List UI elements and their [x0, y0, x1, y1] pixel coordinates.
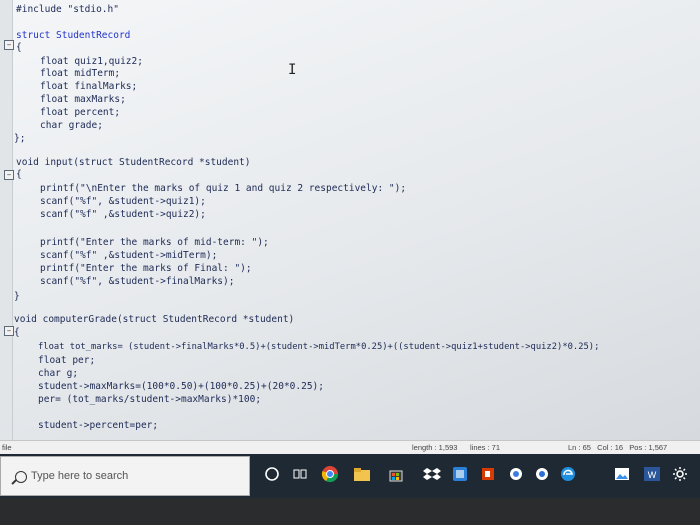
code-line: float finalMarks;: [40, 81, 138, 92]
code-line: scanf("%f", &student->quiz1);: [40, 196, 206, 207]
status-lines: lines : 71: [470, 443, 501, 452]
taskbar-search-box[interactable]: Type here to search: [0, 456, 250, 496]
search-icon: [15, 471, 27, 483]
code-line: float per;: [38, 355, 96, 366]
edge-icon[interactable]: [556, 462, 580, 486]
code-line: student->percent=per;: [38, 420, 159, 431]
code-editor[interactable]: − − − #include "stdio.h" struct StudentR…: [0, 0, 700, 440]
screen-bezel: [0, 498, 700, 525]
code-line: float tot_marks= (student->finalMarks*0.…: [38, 342, 600, 352]
chrome-icon[interactable]: [318, 462, 342, 486]
code-line: char grade;: [40, 120, 103, 131]
code-line: scanf("%f" ,&student->quiz2);: [40, 209, 206, 220]
search-input[interactable]: Type here to search: [31, 470, 128, 482]
fold-toggle-icon[interactable]: −: [4, 40, 14, 50]
code-line: void computerGrade(struct StudentRecord …: [14, 314, 295, 325]
code-line: {: [14, 327, 20, 338]
status-file-label: file: [2, 443, 12, 452]
code-line: scanf("%f", &student->finalMarks);: [40, 276, 235, 287]
code-line: float midTerm;: [40, 68, 121, 79]
code-line: per= (tot_marks/student->maxMarks)*100;: [38, 394, 262, 405]
fold-toggle-icon[interactable]: −: [4, 326, 14, 336]
status-bar: file length : 1,593 lines : 71 Ln : 65 C…: [0, 440, 700, 455]
code-line: struct StudentRecord: [16, 30, 131, 41]
code-line: };: [14, 133, 26, 144]
code-line: }: [14, 291, 20, 302]
status-position: Ln : 65 Col : 16 Pos : 1,567: [568, 443, 668, 452]
status-length: length : 1,593: [412, 443, 458, 452]
photos-icon[interactable]: [610, 462, 634, 486]
dropbox-icon[interactable]: [420, 462, 444, 486]
code-line: char g;: [38, 368, 79, 379]
svg-text:W: W: [648, 470, 657, 480]
word-icon[interactable]: W: [640, 462, 664, 486]
circle-app-icon[interactable]: [504, 462, 528, 486]
code-line: printf("\nEnter the marks of quiz 1 and …: [40, 183, 407, 194]
code-line: float quiz1,quiz2;: [40, 56, 143, 67]
fold-toggle-icon[interactable]: −: [4, 170, 14, 180]
code-line: {: [16, 169, 22, 180]
editor-gutter: [0, 0, 13, 440]
app-icon[interactable]: [448, 462, 472, 486]
code-line: float percent;: [40, 107, 121, 118]
code-line: #include "stdio.h": [16, 4, 119, 15]
folder-icon[interactable]: [350, 462, 374, 486]
code-line: void input(struct StudentRecord *student…: [16, 157, 251, 168]
store-icon[interactable]: [384, 462, 408, 486]
settings-icon[interactable]: [668, 462, 692, 486]
office-icon[interactable]: [476, 462, 500, 486]
circle-app-icon-2[interactable]: [530, 462, 554, 486]
code-line: printf("Enter the marks of mid-term: ");: [40, 237, 269, 248]
ibeam-cursor-icon: I: [288, 62, 297, 78]
code-line: {: [16, 42, 22, 53]
task-view-icon[interactable]: [288, 462, 312, 486]
code-line: student->maxMarks=(100*0.50)+(100*0.25)+…: [38, 381, 324, 392]
code-line: printf("Enter the marks of Final: ");: [40, 263, 252, 274]
code-line: float maxMarks;: [40, 94, 126, 105]
code-line: scanf("%f" ,&student->midTerm);: [40, 250, 218, 261]
cortana-icon[interactable]: [260, 462, 284, 486]
